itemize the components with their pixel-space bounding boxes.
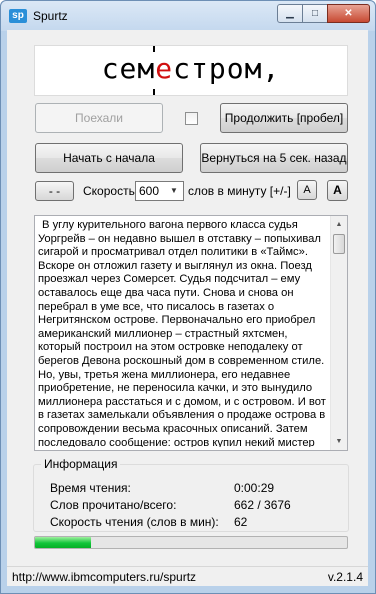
progress-fill — [35, 537, 92, 548]
website-link[interactable]: http://www.ibmcomputers.ru/spurtz — [12, 570, 196, 584]
continue-button[interactable]: Продолжить [пробел] — [220, 103, 348, 133]
stat-value-time: 0:00:29 — [234, 481, 275, 495]
minimize-button[interactable]: ▁ — [277, 4, 303, 23]
restart-button[interactable]: Начать с начала — [35, 143, 183, 173]
text-area[interactable]: В углу курительного вагона первого класс… — [34, 215, 348, 451]
stat-label-words: Слов прочитано/всего: — [50, 498, 177, 512]
stat-value-speed: 62 — [234, 515, 248, 529]
stat-label-time: Время чтения: — [50, 481, 131, 495]
current-word: семестром, — [35, 52, 347, 85]
vertical-scrollbar[interactable]: ▲ ▼ — [330, 216, 347, 450]
speed-unit-label: слов в минуту [+/-] — [188, 184, 291, 198]
word-after: стром, — [173, 52, 281, 85]
reading-progress-bar — [34, 536, 348, 549]
app-icon: sp — [9, 9, 27, 23]
scroll-up-icon[interactable]: ▲ — [331, 216, 347, 233]
text-content: В углу курительного вагона первого класс… — [38, 219, 326, 447]
scroll-thumb[interactable] — [333, 234, 345, 254]
stat-label-speed: Скорость чтения (слов в мин): — [50, 515, 219, 529]
speed-value: 600 — [139, 184, 160, 198]
window-title: Spurtz — [33, 9, 68, 23]
status-bar: http://www.ibmcomputers.ru/spurtz v.2.1.… — [7, 566, 368, 586]
stat-value-words: 662 / 3676 — [234, 498, 291, 512]
font-smaller-button[interactable]: A — [297, 180, 317, 200]
info-group: Информация Время чтения: 0:00:29 Слов пр… — [33, 457, 349, 532]
title-bar[interactable]: sp Spurtz ▁ □ ✕ — [1, 1, 375, 31]
go-button[interactable]: Поехали — [35, 103, 163, 133]
focus-guide-bottom — [153, 89, 155, 95]
speed-select[interactable]: 600 ▼ — [135, 181, 184, 201]
font-larger-button[interactable]: A — [327, 180, 348, 201]
speed-label: Скорость — [83, 184, 135, 198]
back-5-sec-button[interactable]: Вернуться на 5 сек. назад — [200, 143, 348, 173]
scroll-down-icon[interactable]: ▼ — [331, 433, 347, 450]
word-display: семестром, — [34, 45, 348, 96]
decrease-speed-button[interactable]: - - — [35, 181, 74, 201]
word-before: сем — [101, 52, 156, 85]
info-title: Информация — [41, 457, 121, 471]
maximize-button[interactable]: □ — [302, 4, 328, 23]
word-focus-letter: е — [155, 52, 174, 85]
version-label: v.2.1.4 — [327, 570, 363, 584]
option-checkbox[interactable] — [185, 112, 198, 125]
close-button[interactable]: ✕ — [327, 4, 370, 23]
client-area: семестром, Поехали Продолжить [пробел] Н… — [7, 30, 368, 566]
chevron-down-icon: ▼ — [170, 186, 178, 195]
